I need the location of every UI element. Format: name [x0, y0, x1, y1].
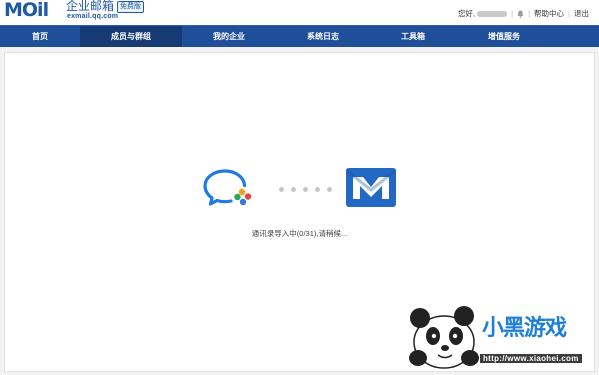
site-watermark: 小黑游戏 http://www.xiaohei.com [404, 300, 594, 370]
watermark-text: 小黑游戏 [482, 316, 567, 341]
nav-home[interactable]: 首页 [0, 26, 80, 47]
progress-dot [279, 187, 284, 192]
edition-badge: 免费版 [117, 1, 144, 13]
progress-dot [327, 187, 332, 192]
panda-mascot-icon [409, 306, 479, 369]
progress-dot [315, 187, 320, 192]
nav-system-log[interactable]: 系统日志 [276, 26, 370, 47]
bell-icon[interactable] [517, 10, 524, 18]
top-header: MOil 企业邮箱 免费版 exmail.qq.com 您好, | | 帮助中心… [0, 0, 599, 25]
nav-my-enterprise[interactable]: 我的企业 [182, 26, 276, 47]
separator: | [568, 9, 570, 18]
main-nav: 首页 成员与群组 我的企业 系统日志 工具箱 增值服务 [0, 25, 599, 47]
exmail-icon [346, 168, 396, 212]
logo-domain: exmail.qq.com [67, 13, 119, 20]
progress-dots [279, 187, 332, 192]
wework-chat-icon [201, 165, 257, 216]
progress-dot [291, 187, 296, 192]
top-links: 您好, | | 帮助中心 | 退出 [458, 8, 589, 19]
separator: | [511, 9, 514, 18]
greeting-text: 您好, [458, 9, 476, 18]
separator: | [528, 9, 531, 18]
import-status-text: 通讯录导入中(0/31),请稍候... [251, 229, 348, 238]
logout-link[interactable]: 退出 [574, 8, 589, 19]
nav-toolbox[interactable]: 工具箱 [370, 26, 456, 47]
logo-brand: MOil [4, 0, 49, 21]
progress-dot [303, 187, 308, 192]
nav-members-groups[interactable]: 成员与群组 [80, 26, 182, 47]
help-center-link[interactable]: 帮助中心 [534, 8, 564, 19]
watermark-url: http://www.xiaohei.com [480, 354, 582, 363]
username-redacted [477, 10, 508, 17]
nav-value-added[interactable]: 增值服务 [456, 26, 552, 47]
logo-product-name: 企业邮箱 [66, 0, 115, 13]
